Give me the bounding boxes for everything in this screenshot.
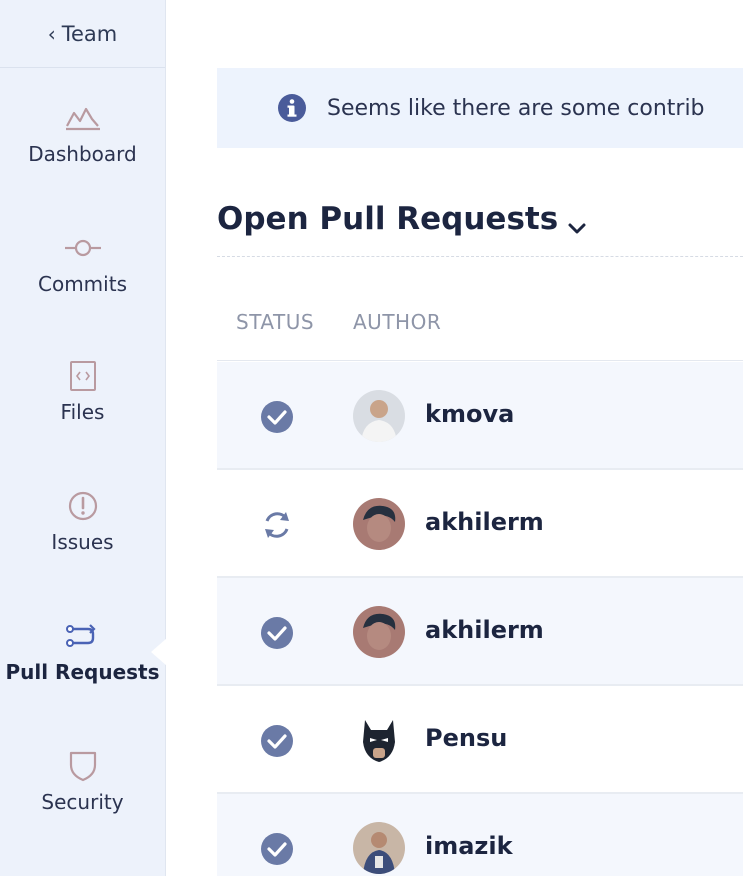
- author-name: kmova: [425, 400, 515, 428]
- avatar: [353, 606, 405, 658]
- sidebar-item-issues[interactable]: Issues: [0, 488, 165, 598]
- section-title: Open Pull Requests: [217, 201, 559, 237]
- active-indicator: [151, 638, 167, 666]
- table-row[interactable]: akhilerm: [217, 470, 743, 578]
- shield-icon: [63, 748, 103, 784]
- check-circle-icon: [260, 832, 294, 866]
- file-code-icon: [63, 358, 103, 394]
- sidebar-item-label: Pull Requests: [5, 660, 160, 684]
- dashboard-icon: [63, 100, 103, 136]
- app-window: ‹ Team Dashboard Commits Files Issues Pu…: [0, 0, 743, 876]
- check-circle-icon: [260, 616, 294, 650]
- table-row[interactable]: imazik: [217, 794, 743, 876]
- sidebar-item-pull-requests[interactable]: Pull Requests: [0, 618, 165, 728]
- divider: [217, 256, 743, 257]
- avatar: [353, 390, 405, 442]
- info-icon: [277, 93, 307, 123]
- issue-icon: [63, 488, 103, 524]
- sidebar-item-label: Commits: [38, 272, 127, 296]
- table-row[interactable]: kmova: [217, 362, 743, 470]
- author-name: akhilerm: [425, 508, 544, 536]
- author-name: akhilerm: [425, 616, 544, 644]
- check-circle-icon: [260, 724, 294, 758]
- back-link-label: Team: [61, 21, 118, 46]
- open-pull-requests-dropdown[interactable]: Open Pull Requests: [217, 194, 588, 244]
- sidebar-item-dashboard[interactable]: Dashboard: [0, 100, 165, 210]
- check-circle-icon: [260, 400, 294, 434]
- sidebar-item-files[interactable]: Files: [0, 358, 165, 468]
- sidebar-item-label: Issues: [51, 530, 114, 554]
- commit-icon: [63, 230, 103, 266]
- sidebar-item-security[interactable]: Security: [0, 748, 165, 858]
- pull-request-icon: [63, 618, 103, 654]
- chevron-down-icon: [566, 212, 588, 234]
- back-to-team-link[interactable]: ‹ Team: [0, 0, 165, 68]
- table-row[interactable]: akhilerm: [217, 578, 743, 686]
- sidebar-item-label: Files: [60, 400, 105, 424]
- sidebar-item-label: Security: [41, 790, 124, 814]
- info-banner: Seems like there are some contrib: [217, 68, 743, 148]
- column-header-status[interactable]: STATUS: [236, 310, 314, 334]
- column-header-author[interactable]: AUTHOR: [353, 310, 441, 334]
- avatar: [353, 498, 405, 550]
- sidebar: ‹ Team Dashboard Commits Files Issues Pu…: [0, 0, 166, 876]
- banner-text: Seems like there are some contrib: [327, 95, 705, 121]
- table-row[interactable]: Pensu: [217, 686, 743, 794]
- author-name: Pensu: [425, 724, 508, 752]
- author-name: imazik: [425, 832, 513, 860]
- sync-icon: [260, 508, 294, 542]
- avatar: [353, 714, 405, 766]
- sidebar-item-label: Dashboard: [28, 142, 137, 166]
- avatar: [353, 822, 405, 874]
- chevron-left-icon: ‹: [47, 21, 56, 46]
- divider: [217, 360, 743, 361]
- sidebar-item-commits[interactable]: Commits: [0, 230, 165, 340]
